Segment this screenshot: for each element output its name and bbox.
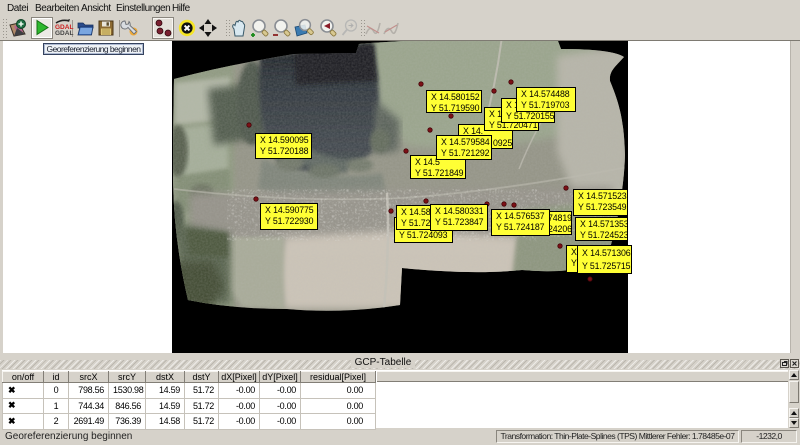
svg-text:GDAL: GDAL xyxy=(55,30,73,37)
